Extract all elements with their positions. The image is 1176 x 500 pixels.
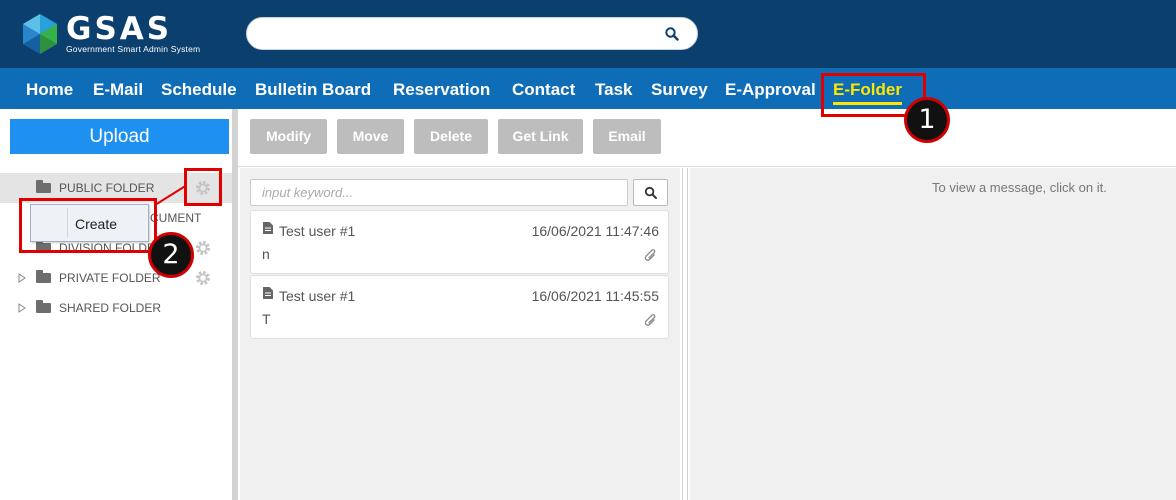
gsas-logo[interactable]: GSAS Government Smart Admin System	[18, 10, 223, 58]
keyword-search-input[interactable]: input keyword...	[250, 179, 628, 206]
get-link-button[interactable]: Get Link	[498, 119, 583, 154]
nav-item-home[interactable]: Home	[26, 68, 73, 109]
annotation-step-1: 1	[904, 97, 950, 143]
nav-item-email[interactable]: E-Mail	[93, 68, 143, 109]
attachment-icon	[644, 249, 656, 261]
folder-label: PUBLIC FOLDER	[59, 181, 155, 195]
nav-item-bulletin-board[interactable]: Bulletin Board	[255, 68, 371, 109]
message-sender: Test user #1	[279, 288, 356, 304]
message-sender: Test user #1	[279, 223, 356, 239]
nav-item-survey[interactable]: Survey	[651, 68, 708, 109]
logo-title: GSAS	[66, 11, 173, 47]
annotation-highlight-gear	[184, 168, 222, 206]
folder-label: CUMENT	[150, 211, 202, 225]
nav-item-schedule[interactable]: Schedule	[161, 68, 237, 109]
upload-button[interactable]: Upload	[10, 119, 229, 154]
annotation-highlight-create	[19, 198, 157, 253]
folder-label: PRIVATE FOLDER	[59, 271, 161, 285]
search-icon	[644, 186, 657, 199]
nav-item-task[interactable]: Task	[595, 68, 633, 109]
global-search-input[interactable]	[246, 17, 698, 50]
move-button[interactable]: Move	[337, 119, 404, 154]
gear-icon[interactable]	[194, 239, 212, 257]
folder-document[interactable]: CUMENT	[150, 203, 201, 233]
nav-item-e-approval[interactable]: E-Approval	[725, 68, 816, 109]
message-date: 16/06/2021 11:45:55	[531, 288, 659, 304]
folder-icon	[36, 270, 51, 283]
email-button[interactable]: Email	[593, 119, 661, 154]
pane-splitter[interactable]	[682, 168, 688, 500]
message-view-pane	[690, 168, 1176, 500]
folder-icon	[36, 300, 51, 313]
logo-subtitle: Government Smart Admin System	[66, 44, 201, 54]
modify-button[interactable]: Modify	[250, 119, 327, 154]
delete-button[interactable]: Delete	[414, 119, 488, 154]
nav-item-contact[interactable]: Contact	[512, 68, 575, 109]
document-icon	[263, 222, 273, 234]
globe-logo-icon	[23, 14, 57, 54]
message-list-item[interactable]: Test user #1 16/06/2021 11:47:46 n	[250, 210, 669, 274]
main-nav-bar: Home E-Mail Schedule Bulletin Board Rese…	[0, 68, 1176, 109]
empty-view-message: To view a message, click on it.	[932, 180, 1107, 195]
gear-icon[interactable]	[194, 269, 212, 287]
message-preview: n	[262, 246, 270, 262]
folder-label: SHARED FOLDER	[59, 301, 162, 315]
attachment-icon	[644, 314, 656, 326]
message-list-item[interactable]: Test user #1 16/06/2021 11:45:55 T	[250, 275, 669, 339]
nav-item-reservation[interactable]: Reservation	[393, 68, 490, 109]
folder-shared[interactable]: SHARED FOLDER	[0, 293, 190, 323]
search-icon[interactable]	[664, 26, 680, 42]
top-header-bar: GSAS Government Smart Admin System	[0, 0, 1176, 68]
keyword-search-button[interactable]	[633, 179, 668, 206]
folder-icon	[36, 180, 51, 193]
message-date: 16/06/2021 11:47:46	[531, 223, 659, 239]
annotation-step-2: 2	[148, 232, 194, 278]
sidebar-splitter[interactable]	[232, 109, 238, 500]
document-icon	[263, 287, 273, 299]
message-preview: T	[262, 311, 271, 327]
